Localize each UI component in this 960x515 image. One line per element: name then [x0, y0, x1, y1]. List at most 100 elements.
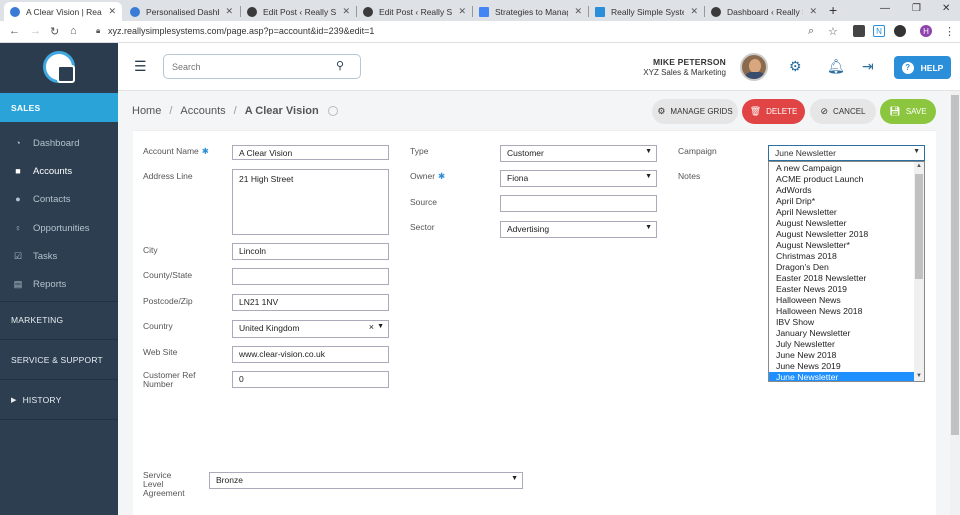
- hamburger-menu-icon[interactable]: ☰: [134, 58, 147, 75]
- close-icon[interactable]: ✕: [574, 6, 582, 17]
- dropdown-option[interactable]: August Newsletter*: [769, 240, 915, 251]
- bell-icon[interactable]: 🔔︎: [827, 58, 845, 75]
- address-field[interactable]: 21 High Street: [232, 169, 389, 235]
- profile-avatar[interactable]: H: [920, 25, 932, 37]
- close-icon[interactable]: ✕: [108, 6, 116, 17]
- sidebar-section-sales[interactable]: SALES: [0, 93, 118, 122]
- dropdown-option[interactable]: ACME product Launch: [769, 174, 915, 185]
- dropdown-option[interactable]: April Newsletter: [769, 207, 915, 218]
- scroll-down-arrow-icon[interactable]: ▼: [916, 373, 922, 379]
- customer-ref-field[interactable]: 0: [232, 371, 389, 388]
- dropdown-option-selected[interactable]: June Newsletter: [769, 372, 915, 381]
- dropdown-option[interactable]: AdWords: [769, 185, 915, 196]
- city-field[interactable]: Lincoln: [232, 243, 389, 260]
- maximize-icon[interactable]: ❐: [912, 3, 921, 14]
- dropdown-option[interactable]: August Newsletter 2018: [769, 229, 915, 240]
- website-field[interactable]: www.clear-vision.co.uk: [232, 346, 389, 363]
- delete-button[interactable]: 🗑︎ DELETE: [742, 99, 805, 124]
- dropdown-option[interactable]: Easter 2018 Newsletter: [769, 273, 915, 284]
- browser-tab[interactable]: Strategies to Manage a ✕: [473, 2, 588, 21]
- dropdown-option[interactable]: Dragon's Den: [769, 262, 915, 273]
- dropdown-option[interactable]: Halloween News 2018: [769, 306, 915, 317]
- manage-grids-button[interactable]: ⚙ MANAGE GRIDS: [652, 99, 738, 124]
- logout-icon[interactable]: ⇥: [862, 58, 874, 75]
- dropdown-option[interactable]: April Drip*: [769, 196, 915, 207]
- sidebar-item-reports[interactable]: ▤ Reports: [0, 270, 118, 298]
- dropdown-option[interactable]: July Newsletter: [769, 339, 915, 350]
- close-icon[interactable]: ✕: [225, 6, 233, 17]
- close-icon[interactable]: ✕: [809, 6, 817, 17]
- extension-n-icon[interactable]: N: [873, 25, 885, 37]
- zoom-icon[interactable]: ⌕: [808, 25, 814, 38]
- browser-tab[interactable]: Edit Post ‹ Really Simpl ✕: [357, 2, 472, 21]
- browser-tab[interactable]: Edit Post ‹ Really Simpl ✕: [241, 2, 356, 21]
- breadcrumb-accounts[interactable]: Accounts: [180, 105, 225, 117]
- browser-tab[interactable]: A Clear Vision | Really S ✕: [4, 2, 122, 21]
- browser-tab[interactable]: Personalised Dashboar ✕: [124, 2, 239, 21]
- campaign-select[interactable]: June Newsletter ▼: [768, 145, 925, 161]
- close-icon[interactable]: ✕: [342, 6, 350, 17]
- dropdown-option[interactable]: Halloween News: [769, 295, 915, 306]
- close-icon[interactable]: ✕: [458, 6, 466, 17]
- help-button[interactable]: ? HELP: [894, 56, 951, 79]
- dropdown-option[interactable]: August Newsletter: [769, 218, 915, 229]
- home-icon[interactable]: ⌂: [70, 25, 77, 37]
- dropdown-option[interactable]: Christmas 2018: [769, 251, 915, 262]
- window-close-icon[interactable]: ✕: [942, 3, 950, 14]
- county-field[interactable]: [232, 268, 389, 285]
- cancel-button[interactable]: ⊘ CANCEL: [810, 99, 876, 124]
- type-select[interactable]: Customer ▼: [500, 145, 657, 162]
- dropdown-option[interactable]: January Newsletter: [769, 328, 915, 339]
- close-icon[interactable]: ✕: [690, 6, 698, 17]
- sidebar-section-history[interactable]: ▶ HISTORY: [0, 385, 118, 414]
- source-field[interactable]: [500, 195, 657, 212]
- info-circle-icon[interactable]: [327, 106, 338, 116]
- country-select[interactable]: United Kingdom × ▼: [232, 320, 389, 338]
- dropdown-option[interactable]: IBV Show: [769, 317, 915, 328]
- app-logo[interactable]: [43, 51, 75, 83]
- clear-x-icon[interactable]: ×: [369, 322, 374, 332]
- search-input[interactable]: [163, 54, 361, 79]
- postcode-field[interactable]: LN21 1NV: [232, 294, 389, 311]
- sidebar-section-service[interactable]: SERVICE & SUPPORT: [0, 345, 118, 374]
- save-button[interactable]: 💾︎ SAVE: [880, 99, 936, 124]
- sidebar-item-opportunities[interactable]: ♀ Opportunities: [0, 214, 118, 242]
- sidebar-item-contacts[interactable]: ● Contacts: [0, 185, 118, 213]
- minimize-icon[interactable]: —: [880, 3, 890, 14]
- sidebar-section-marketing[interactable]: MARKETING: [0, 305, 118, 334]
- extension-icon[interactable]: [853, 25, 865, 37]
- sla-select[interactable]: Bronze ▼: [209, 472, 523, 489]
- avatar[interactable]: [740, 53, 768, 81]
- sidebar-item-tasks[interactable]: ☑ Tasks: [0, 242, 118, 270]
- dropdown-option[interactable]: June New 2018: [769, 350, 915, 361]
- sector-select[interactable]: Advertising ▼: [500, 221, 657, 238]
- menu-dots-icon[interactable]: ⋮: [944, 25, 955, 38]
- forward-arrow-icon[interactable]: →: [30, 25, 41, 37]
- browser-tab[interactable]: Really Simple Systems ✕: [589, 2, 704, 21]
- dropdown-option[interactable]: June News 2019: [769, 361, 915, 372]
- chevron-down-icon: ▼: [913, 148, 920, 155]
- extension-circle-icon[interactable]: [894, 25, 906, 37]
- back-arrow-icon[interactable]: ←: [9, 25, 20, 37]
- dropdown-option[interactable]: Easter News 2019: [769, 284, 915, 295]
- dropdown-option[interactable]: A new Campaign: [769, 163, 915, 174]
- scroll-up-arrow-icon[interactable]: ▲: [916, 163, 922, 169]
- dropdown-scrollbar[interactable]: ▲ ▼: [914, 162, 924, 381]
- page-scrollbar[interactable]: [950, 91, 960, 515]
- browser-tab[interactable]: Dashboard ‹ Really Sim ✕: [705, 2, 823, 21]
- owner-select[interactable]: Fiona ▼: [500, 170, 657, 187]
- reload-icon[interactable]: ↻: [50, 25, 59, 38]
- breadcrumb-home[interactable]: Home: [132, 105, 161, 117]
- star-icon[interactable]: ☆: [828, 25, 838, 38]
- scrollbar-thumb[interactable]: [951, 95, 959, 435]
- tab-title: Edit Post ‹ Really Simpl: [379, 6, 453, 17]
- globe-icon: [10, 6, 20, 17]
- search-icon[interactable]: ⚲: [336, 59, 344, 72]
- account-name-field[interactable]: A Clear Vision: [232, 145, 389, 160]
- new-tab-plus-icon[interactable]: +: [829, 2, 837, 18]
- url-field[interactable]: xyz.reallysimplesystems.com/page.asp?p=a…: [108, 26, 374, 36]
- sidebar-item-dashboard[interactable]: ◔ Dashboard: [0, 129, 118, 157]
- settings-gears-icon[interactable]: ⚙: [789, 58, 802, 75]
- scrollbar-thumb[interactable]: [915, 174, 923, 279]
- sidebar-item-accounts[interactable]: ■ Accounts: [0, 157, 118, 185]
